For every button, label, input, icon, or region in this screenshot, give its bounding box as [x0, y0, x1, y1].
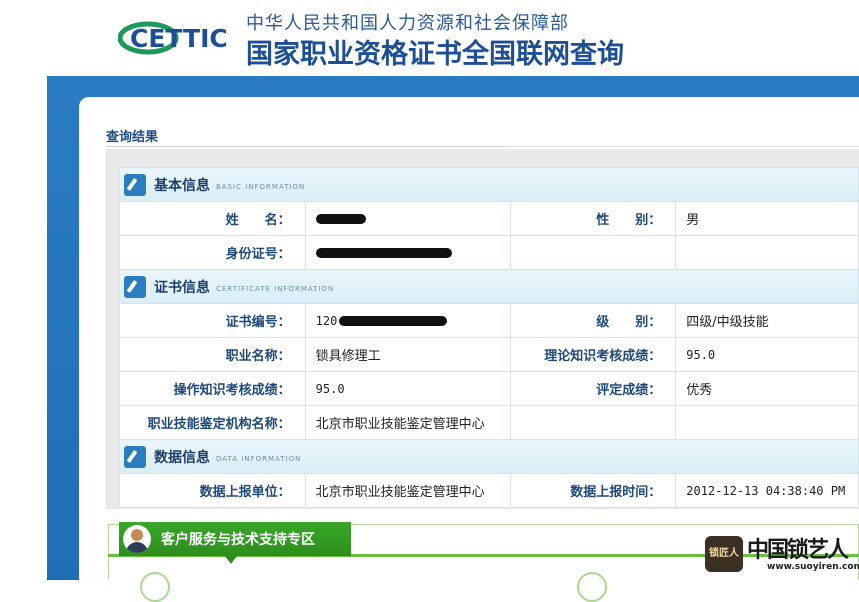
section-basic: 基本信息 BASIC INFORMATION: [119, 167, 859, 202]
table-row: 姓 名： 性 别： 男: [119, 201, 859, 236]
circle-icon: [140, 572, 170, 602]
section-title: 基本信息: [154, 177, 210, 194]
redacted-cert-number: [339, 316, 448, 326]
practice-score-value: 95.0: [304, 371, 511, 406]
watermark-seal: 锁匠人: [705, 536, 743, 572]
theory-score-value: 95.0: [675, 337, 859, 372]
gender-label: 性 别：: [509, 201, 677, 236]
section-title: 证书信息: [154, 279, 210, 296]
section-subtitle: BASIC INFORMATION: [216, 182, 306, 191]
cettic-logo: CETTIC: [118, 21, 228, 55]
name-label: 姓 名：: [119, 201, 306, 236]
table-row: 身份证号：: [119, 235, 859, 270]
section-subtitle: CERTIFICATE INFORMATION: [216, 284, 335, 293]
empty-cell: [675, 235, 859, 270]
agency-value: 北京市职业技能鉴定管理中心: [304, 405, 511, 440]
table-row: 证书编号： 120 级 别： 四级/中级技能: [119, 303, 859, 338]
circle-icon: [577, 572, 607, 602]
watermark-text: 中国锁艺人: [747, 537, 849, 563]
cert-number-prefix: 120: [315, 313, 338, 328]
divider: [106, 146, 506, 147]
cert-number-label: 证书编号：: [119, 303, 306, 338]
watermark-url: www.suoyiren.com: [767, 562, 859, 572]
table-row: 操作知识考核成绩： 95.0 评定成绩： 优秀: [119, 371, 859, 406]
rating-value: 优秀: [675, 371, 859, 406]
divider: [506, 146, 859, 147]
agent-avatar-icon: [123, 525, 151, 553]
level-value: 四级/中级技能: [675, 303, 859, 338]
cert-number-value: 120: [304, 303, 511, 338]
report-time-value: 2012-12-13 04:38:40 PM: [675, 473, 859, 508]
support-tab[interactable]: 客户服务与技术支持专区: [119, 522, 351, 564]
section-data: 数据信息 DATA INFORMATION: [119, 439, 859, 474]
report-unit-label: 数据上报单位：: [119, 473, 306, 508]
report-unit-value: 北京市职业技能鉴定管理中心: [304, 473, 511, 508]
info-table: 基本信息 BASIC INFORMATION 姓 名： 性 别： 男 身份证号：…: [119, 167, 859, 508]
empty-cell: [675, 405, 859, 440]
level-label: 级 别：: [509, 303, 677, 338]
pen-icon: [124, 173, 146, 196]
table-row: 职业技能鉴定机构名称： 北京市职业技能鉴定管理中心: [119, 405, 859, 440]
watermark: 锁匠人 中国锁艺人 www.suoyiren.com: [705, 530, 859, 576]
section-subtitle: DATA INFORMATION: [216, 454, 302, 463]
occupation-value: 锁具修理工: [304, 337, 511, 372]
section-title: 数据信息: [154, 449, 210, 466]
report-time-label: 数据上报时间：: [509, 473, 677, 508]
logo-text: CETTIC: [130, 24, 228, 53]
redacted-id: [315, 247, 452, 258]
theory-score-label: 理论知识考核成绩：: [509, 337, 677, 372]
table-row: 数据上报单位： 北京市职业技能鉴定管理中心 数据上报时间： 2012-12-13…: [119, 473, 859, 508]
agency-label: 职业技能鉴定机构名称：: [119, 405, 306, 440]
gender-value: 男: [675, 201, 859, 236]
empty-cell: [509, 405, 677, 440]
header: CETTIC 中华人民共和国人力资源和社会保障部 国家职业资格证书全国联网查询: [0, 0, 859, 76]
pen-icon: [124, 275, 146, 298]
redacted-name: [315, 213, 366, 224]
name-value: [304, 201, 511, 236]
pen-icon: [124, 445, 146, 468]
table-row: 职业名称： 锁具修理工 理论知识考核成绩： 95.0: [119, 337, 859, 372]
occupation-label: 职业名称：: [119, 337, 306, 372]
result-title: 查询结果: [106, 130, 159, 145]
id-value: [304, 235, 511, 270]
empty-cell: [509, 235, 677, 270]
id-label: 身份证号：: [119, 235, 306, 270]
support-title: 客户服务与技术支持专区: [161, 532, 315, 548]
rating-label: 评定成绩：: [509, 371, 677, 406]
practice-score-label: 操作知识考核成绩：: [119, 371, 306, 406]
site-title: 国家职业资格证书全国联网查询: [246, 39, 624, 70]
section-cert: 证书信息 CERTIFICATE INFORMATION: [119, 269, 859, 304]
